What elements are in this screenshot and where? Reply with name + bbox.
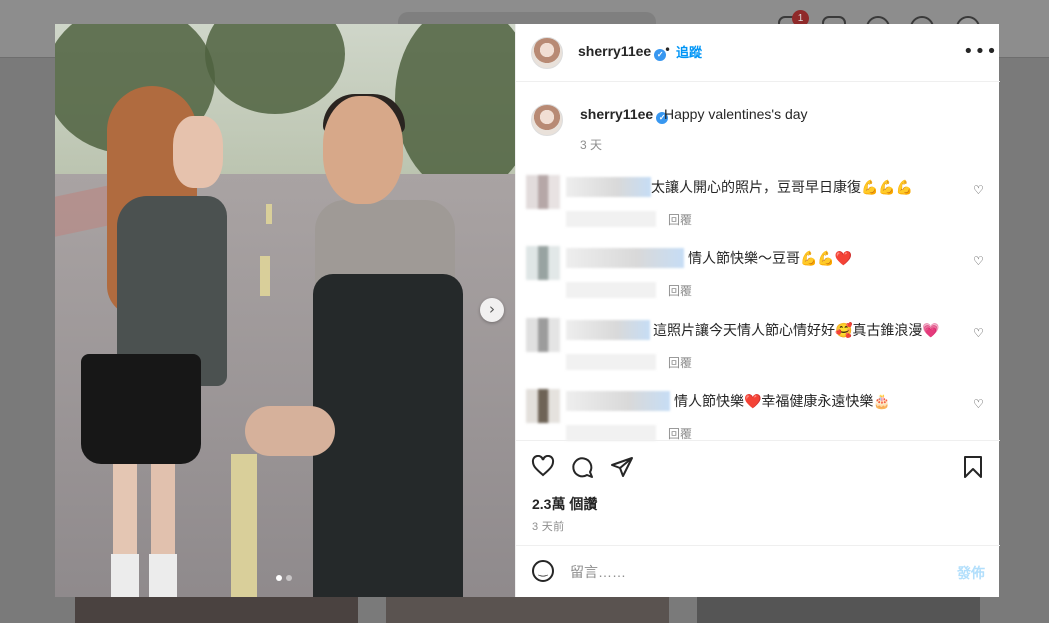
heart-icon[interactable] bbox=[531, 454, 555, 482]
comment-item: 這照片讓今天情人節心情好好🥰真古錐浪漫💗 回覆 ♡ bbox=[516, 318, 1000, 388]
next-photo-button[interactable]: › bbox=[480, 298, 504, 322]
blurred-username bbox=[566, 177, 651, 197]
separator-dot: • bbox=[664, 43, 672, 57]
comment-like-heart-icon[interactable]: ♡ bbox=[973, 397, 984, 411]
comment-input[interactable] bbox=[568, 561, 898, 583]
comment-item: 情人節快樂～豆哥💪💪❤️ 回覆 ♡ bbox=[516, 246, 1000, 316]
author-username[interactable]: sherry11ee ✓ bbox=[578, 43, 667, 61]
post-comment-button[interactable]: 發佈 bbox=[957, 563, 985, 583]
blurred-meta bbox=[566, 425, 656, 441]
post-photo: › bbox=[55, 24, 515, 597]
comment-icon[interactable] bbox=[570, 455, 594, 484]
background-grid-tile bbox=[75, 597, 358, 623]
blurred-meta bbox=[566, 354, 656, 370]
background-grid-tile bbox=[697, 597, 980, 623]
comment-like-heart-icon[interactable]: ♡ bbox=[973, 254, 984, 268]
blurred-avatar bbox=[526, 389, 560, 423]
caption-time: 3 天 bbox=[580, 138, 603, 152]
comment-like-heart-icon[interactable]: ♡ bbox=[973, 326, 984, 340]
comment-text: 太讓人開心的照片，豆哥早日康復💪💪💪 bbox=[651, 179, 914, 195]
comment-box: ‿ 發佈 bbox=[516, 545, 1000, 597]
post-sidebar: sherry11ee ✓ • 追蹤 ••• sherry11ee ✓ Happy v… bbox=[515, 24, 1000, 597]
blurred-username bbox=[566, 391, 670, 411]
comment-item: 情人節快樂❤️幸福健康永遠快樂🎂 回覆 ♡ bbox=[516, 389, 1000, 459]
background-grid-tile bbox=[386, 597, 669, 623]
post-modal: › sherry11ee ✓ • 追蹤 ••• sherry11ee ✓ Happy… bbox=[55, 24, 1000, 597]
carousel-indicator bbox=[276, 575, 292, 581]
blurred-avatar bbox=[526, 175, 560, 209]
reply-button[interactable]: 回覆 bbox=[668, 354, 692, 371]
post-header: sherry11ee ✓ • 追蹤 ••• bbox=[516, 24, 1000, 82]
actions-divider bbox=[516, 440, 1000, 441]
comment-text: 情人節快樂～豆哥💪💪❤️ bbox=[688, 250, 853, 266]
follow-button[interactable]: 追蹤 bbox=[676, 42, 702, 61]
emoji-icon[interactable]: ‿ bbox=[532, 560, 554, 582]
blurred-username bbox=[566, 320, 650, 340]
bookmark-icon[interactable] bbox=[962, 455, 984, 484]
comment-like-heart-icon[interactable]: ♡ bbox=[973, 183, 984, 197]
blurred-avatar bbox=[526, 318, 560, 352]
blurred-meta bbox=[566, 282, 656, 298]
likes-count[interactable]: 2.3萬 個讚 bbox=[532, 494, 597, 514]
carousel-dot bbox=[276, 575, 282, 581]
reply-button[interactable]: 回覆 bbox=[668, 282, 692, 299]
blurred-avatar bbox=[526, 246, 560, 280]
caption-text: Happy valentines's day bbox=[664, 106, 808, 122]
comment-text: 這照片讓今天情人節心情好好🥰真古錐浪漫💗 bbox=[653, 322, 940, 338]
more-options-icon[interactable]: ••• bbox=[963, 41, 998, 62]
blurred-meta bbox=[566, 211, 656, 227]
comment-text: 情人節快樂❤️幸福健康永遠快樂🎂 bbox=[674, 393, 891, 409]
chevron-right-icon: › bbox=[489, 300, 495, 318]
comment-item: 太讓人開心的照片，豆哥早日康復💪💪💪 回覆 ♡ bbox=[516, 175, 1000, 245]
caption-username[interactable]: sherry11ee ✓ bbox=[580, 106, 669, 124]
blurred-username bbox=[566, 248, 684, 268]
share-icon[interactable] bbox=[610, 455, 634, 484]
reply-button[interactable]: 回覆 bbox=[668, 211, 692, 228]
post-timestamp[interactable]: 3 天前 bbox=[532, 518, 564, 534]
carousel-dot bbox=[286, 575, 292, 581]
avatar[interactable] bbox=[531, 37, 563, 69]
caption-avatar[interactable] bbox=[531, 104, 563, 136]
